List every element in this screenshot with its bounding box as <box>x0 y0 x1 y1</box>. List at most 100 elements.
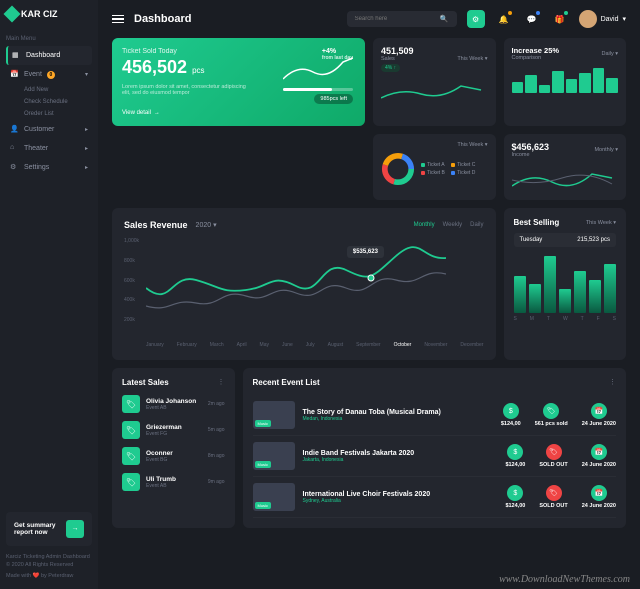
period-select[interactable]: Monthly ▾ <box>594 147 618 153</box>
page-title: Dashboard <box>134 13 191 25</box>
settings-button[interactable]: ⚙ <box>467 10 485 28</box>
more-icon[interactable]: ⋮ <box>609 378 616 387</box>
latest-sub: Event AB <box>146 405 202 411</box>
calendar-icon: 📅 <box>591 485 607 501</box>
bs-bars <box>514 253 617 313</box>
search-field[interactable] <box>355 16 440 22</box>
calendar-icon: 📅 <box>591 403 607 419</box>
period-select[interactable]: This Week ▾ <box>457 56 487 62</box>
avatar <box>579 10 597 28</box>
bell-button[interactable]: 🔔 <box>495 10 513 28</box>
events-card: Recent Event List ⋮ Music The Story of D… <box>243 368 627 528</box>
view-detail-link[interactable]: View detail → <box>122 110 355 116</box>
summary-cta[interactable]: Get summary report now → <box>6 512 92 546</box>
income-label: Income <box>512 152 550 158</box>
nav-label: Settings <box>24 164 49 171</box>
user-menu[interactable]: David ▾ <box>579 10 626 28</box>
nav-sub-schedule[interactable]: Check Schedule <box>6 96 92 108</box>
event-location: Medan, Indonesia <box>303 416 493 422</box>
tab-daily[interactable]: Daily <box>470 222 483 228</box>
dollar-icon: $ <box>507 444 523 460</box>
event-row[interactable]: Music International Live Choir Festivals… <box>253 477 617 518</box>
period-select[interactable]: This Week ▾ <box>586 220 616 226</box>
event-row[interactable]: Music Indie Band Festivals Jakarta 2020J… <box>253 436 617 477</box>
search-input[interactable]: 🔍 <box>347 11 457 27</box>
latest-item[interactable]: 🏷 Olivia JohansonEvent AB 2m ago <box>122 395 225 413</box>
best-selling-card: Best Selling This Week ▾ Tuesday215,523 … <box>504 208 627 360</box>
latest-title: Latest Sales <box>122 378 169 387</box>
nav-sub-addnew[interactable]: Add New <box>6 84 92 96</box>
nav-customer[interactable]: 👤 Customer ▸ <box>6 120 92 139</box>
period-select[interactable]: Daily ▾ <box>601 51 618 57</box>
arrow-right-icon: → <box>66 520 84 538</box>
latest-sub: Event FG <box>146 431 202 437</box>
event-date: 24 June 2020 <box>582 421 616 427</box>
chevron-right-icon: ▸ <box>85 145 88 152</box>
sales-sparkline <box>381 80 488 104</box>
event-price: $124,00 <box>505 462 525 468</box>
user-name: David <box>601 16 619 23</box>
watermark: www.DownloadNewThemes.com <box>499 574 630 585</box>
more-icon[interactable]: ⋮ <box>218 378 225 387</box>
latest-item[interactable]: 🏷 Uli TrumbEvent AB 9m ago <box>122 473 225 491</box>
gift-button[interactable]: 🎁 <box>551 10 569 28</box>
summary-text: Get summary report now <box>14 522 60 536</box>
notif-dot <box>508 11 512 15</box>
ticket-icon: 🏷 <box>122 473 140 491</box>
sales-value: 451,509 <box>381 46 414 56</box>
increase-bars <box>512 65 619 93</box>
latest-sub: Event BG <box>146 457 202 463</box>
chat-button[interactable]: 💬 <box>523 10 541 28</box>
latest-name: Oconner <box>146 450 202 457</box>
event-location: Sydney, Australia <box>303 498 498 504</box>
notif-dot <box>564 11 568 15</box>
increase-label: Increase 25% <box>512 46 560 55</box>
menu-label: Main Menu <box>6 36 92 42</box>
hamburger-icon[interactable] <box>112 15 124 24</box>
events-title: Recent Event List <box>253 378 320 387</box>
event-price: $124,00 <box>501 421 521 427</box>
topbar: Dashboard 🔍 ⚙ 🔔 💬 🎁 David ▾ <box>98 0 640 38</box>
event-thumb: Music <box>253 401 295 429</box>
hero-desc: Lorem ipsum dolor sit amet, consectetur … <box>122 84 250 96</box>
tab-weekly[interactable]: Weekly <box>443 222 463 228</box>
home-icon: ⌂ <box>10 144 19 153</box>
tab-monthly[interactable]: Monthly <box>414 222 435 228</box>
logo-text: KAR CIZ <box>21 10 58 19</box>
latest-name: Olivia Johanson <box>146 398 202 405</box>
event-sold: 561 pcs sold <box>535 421 568 427</box>
latest-item[interactable]: 🏷 OconnerEvent BG 8m ago <box>122 447 225 465</box>
user-icon: 👤 <box>10 125 19 134</box>
grid-icon: ▦ <box>12 51 21 60</box>
dollar-icon: $ <box>503 403 519 419</box>
nav-theater[interactable]: ⌂ Theater ▸ <box>6 139 92 158</box>
revenue-card: Sales Revenue 2020 ▾ Monthly Weekly Dail… <box>112 208 496 360</box>
nav-label: Theater <box>24 145 48 152</box>
dollar-icon: $ <box>507 485 523 501</box>
latest-name: Uli Trumb <box>146 476 202 483</box>
badge: 0 <box>47 71 55 79</box>
hero-left-pill: 985pcs left <box>314 94 353 104</box>
year-select[interactable]: 2020 ▾ <box>196 221 217 229</box>
nav-sub-order[interactable]: Oreder List <box>6 108 92 120</box>
nav-label: Dashboard <box>26 52 60 59</box>
event-row[interactable]: Music The Story of Danau Toba (Musical D… <box>253 395 617 436</box>
chart-tooltip: $535,623 <box>347 246 384 258</box>
latest-item[interactable]: 🏷 GriezermanEvent FG 5m ago <box>122 421 225 439</box>
latest-sub: Event AB <box>146 483 202 489</box>
event-sold: SOLD OUT <box>539 462 567 468</box>
event-name: Indie Band Festivals Jakarta 2020 <box>303 450 498 457</box>
income-sparkline <box>512 166 619 190</box>
logo[interactable]: KAR CIZ <box>6 8 92 20</box>
nav-event[interactable]: 📅 Event 0 ▾ <box>6 65 92 84</box>
event-date: 24 June 2020 <box>582 462 616 468</box>
nav-settings[interactable]: ⚙ Settings ▸ <box>6 158 92 177</box>
donut-chart <box>381 152 415 186</box>
calendar-icon: 📅 <box>10 70 19 79</box>
nav-label: Event <box>24 71 42 78</box>
revenue-title: Sales Revenue <box>124 220 188 230</box>
nav-dashboard[interactable]: ▦ Dashboard <box>6 46 92 65</box>
event-price: $124,00 <box>505 503 525 509</box>
period-select[interactable]: This Week ▾ <box>457 142 487 148</box>
bs-highlight: Tuesday215,523 pcs <box>514 233 617 247</box>
